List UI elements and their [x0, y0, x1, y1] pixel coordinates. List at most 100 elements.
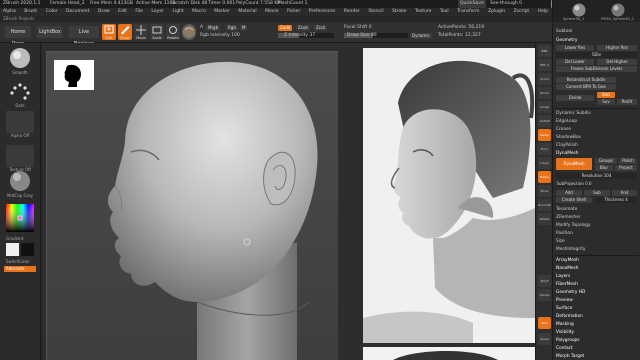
sphere-thumbnail-icon[interactable]	[569, 2, 589, 18]
menu-transform[interactable]: Transform	[457, 9, 479, 14]
zoom3d-button[interactable]: Zoom3D	[538, 199, 551, 211]
sdiv-slider[interactable]: SDiv	[556, 52, 637, 58]
reuv-toggle[interactable]: ReUV	[617, 99, 637, 105]
lsym-button[interactable]: L.Sym	[538, 157, 551, 169]
masking-header[interactable]: Masking	[556, 321, 638, 328]
contact-header[interactable]: Contact	[556, 345, 638, 352]
alternate-button[interactable]: Alternate	[4, 266, 36, 272]
menu-file[interactable]: File	[135, 9, 143, 14]
pm-sphere-thumbnail-icon[interactable]	[608, 2, 628, 18]
position-header[interactable]: Position	[556, 230, 638, 237]
polygroups-header[interactable]: Polygroups	[556, 337, 638, 344]
add-button[interactable]: Add	[556, 190, 582, 196]
home-page-button[interactable]: Home Page	[5, 26, 31, 47]
zoom-button[interactable]: Zoom	[538, 87, 551, 99]
floor-button[interactable]: Floor	[538, 143, 551, 155]
menu-alpha[interactable]: Alpha	[3, 9, 16, 14]
geometry-header[interactable]: Geometry	[556, 37, 638, 44]
zcut-button[interactable]: Zcut	[314, 25, 328, 31]
blur-slider[interactable]: Blur	[595, 165, 613, 171]
smt-toggle[interactable]: Smt	[597, 92, 615, 98]
del-lower-button[interactable]: Del Lower	[556, 59, 594, 65]
layers-header[interactable]: Layers	[556, 273, 638, 280]
color-picker[interactable]	[5, 203, 35, 233]
menu-stencil[interactable]: Stencil	[368, 9, 383, 14]
del-higher-button[interactable]: Del Higher	[597, 59, 637, 65]
dynamic-button[interactable]: Dynamic	[410, 33, 432, 39]
transp-button[interactable]: Transp	[538, 289, 551, 301]
gradient-label[interactable]: Gradient	[6, 236, 34, 241]
resolution-slider[interactable]: Resolution 104	[556, 173, 637, 179]
live-boolean-button[interactable]: Live Boolean	[69, 26, 99, 47]
mrgb-button[interactable]: Mrgb	[206, 25, 221, 31]
menu-tool[interactable]: Tool	[440, 9, 449, 14]
claypolish-header[interactable]: ClayPolish	[556, 142, 638, 149]
see-through-slider[interactable]: See-through 0	[490, 0, 522, 8]
surface-header[interactable]: Surface	[556, 305, 638, 312]
zadd-button[interactable]: Zadd	[278, 25, 293, 31]
suv-toggle[interactable]: Suv	[597, 99, 615, 105]
material-slot[interactable]: MatCap Gray	[6, 169, 34, 201]
switch-color-label[interactable]: SwitchColor	[6, 259, 34, 264]
size-header[interactable]: Size	[556, 238, 638, 245]
quicksave-button[interactable]: QuickSave	[458, 0, 486, 8]
polish-toggle[interactable]: Polish	[619, 158, 637, 164]
groups-toggle[interactable]: Groups	[595, 158, 617, 164]
rgb-button[interactable]: Rgb	[226, 25, 238, 31]
menu-zplugin[interactable]: Zplugin	[488, 9, 505, 14]
shadowbox-header[interactable]: ShadowBox	[556, 134, 638, 141]
modify-topology-header[interactable]: Modify Topology	[556, 222, 638, 229]
menu-document[interactable]: Document	[66, 9, 89, 14]
main-color-swatch[interactable]	[6, 243, 19, 256]
xpose-button[interactable]: Xpose	[538, 333, 551, 345]
menu-edit[interactable]: Edit	[118, 9, 127, 14]
arraymesh-header[interactable]: ArrayMesh	[556, 257, 638, 264]
menu-texture[interactable]: Texture	[415, 9, 431, 14]
reference-thumbnail[interactable]	[54, 60, 94, 90]
stroke-slot[interactable]: Dots	[6, 79, 34, 109]
lower-res-button[interactable]: Lower Res	[556, 45, 594, 51]
rotate-button[interactable]: Rotate	[166, 24, 180, 40]
convert-bpr-button[interactable]: Convert BPR To Geo	[556, 84, 616, 90]
zremesher-header[interactable]: ZRemesher	[556, 214, 638, 221]
menu-picker[interactable]: Picker	[287, 9, 300, 14]
rgb-intensity-label[interactable]: Rgb Intensity 100	[200, 33, 240, 38]
draw-button[interactable]: Draw	[118, 24, 132, 40]
freeze-subdiv-button[interactable]: Freeze SubDivision Levels	[556, 66, 637, 72]
divide-button[interactable]: Divide	[556, 95, 594, 101]
menu-layer[interactable]: Layer	[151, 9, 164, 14]
menu-zscript[interactable]: Zscript	[514, 9, 530, 14]
create-shell-button[interactable]: Create Shell	[556, 197, 592, 203]
nanomesh-header[interactable]: NanoMesh	[556, 265, 638, 272]
dynamesh-button[interactable]: DynaMesh	[556, 158, 592, 170]
m-button[interactable]: M	[240, 25, 248, 31]
material-sphere-button[interactable]	[182, 24, 196, 40]
deformation-header[interactable]: Deformation	[556, 313, 638, 320]
subtool-header[interactable]: Subtool	[556, 28, 638, 35]
reconstruct-subdiv-button[interactable]: Reconstruct Subdiv	[556, 77, 616, 83]
menu-brush[interactable]: Brush	[24, 9, 37, 14]
menu-draw[interactable]: Draw	[98, 9, 110, 14]
geometry-hd-header[interactable]: Geometry HD	[556, 289, 638, 296]
and-button[interactable]: And	[612, 190, 637, 196]
move-view-button[interactable]: Move	[538, 185, 551, 197]
menu-help[interactable]: Help	[538, 9, 548, 14]
subprojection-slider[interactable]: SubProjection 0.6	[556, 181, 592, 187]
lightbox-button[interactable]: LightBox	[37, 26, 63, 38]
edit-button[interactable]: Edit	[102, 24, 116, 40]
visibility-header[interactable]: Visibility	[556, 329, 638, 336]
tessimate-header[interactable]: Tessimate	[556, 206, 638, 213]
aahalf-button[interactable]: AAHalf	[538, 115, 551, 127]
thickness-slider[interactable]: Thickness 4	[595, 197, 637, 203]
actual-button[interactable]: Actual	[538, 101, 551, 113]
menu-material[interactable]: Material	[238, 9, 256, 14]
secondary-color-swatch[interactable]	[21, 243, 34, 256]
sub-button[interactable]: Sub	[584, 190, 610, 196]
higher-res-button[interactable]: Higher Res	[597, 45, 637, 51]
dynamic-subdiv-header[interactable]: Dynamic Subdiv	[556, 110, 638, 117]
zsub-button[interactable]: Zsub	[296, 25, 310, 31]
polyf-button[interactable]: PolyF	[538, 275, 551, 287]
dynamesh-header[interactable]: DynaMesh	[556, 150, 638, 157]
focal-shift-label[interactable]: Focal Shift 0	[344, 25, 372, 30]
preview-header[interactable]: Preview	[556, 297, 638, 304]
